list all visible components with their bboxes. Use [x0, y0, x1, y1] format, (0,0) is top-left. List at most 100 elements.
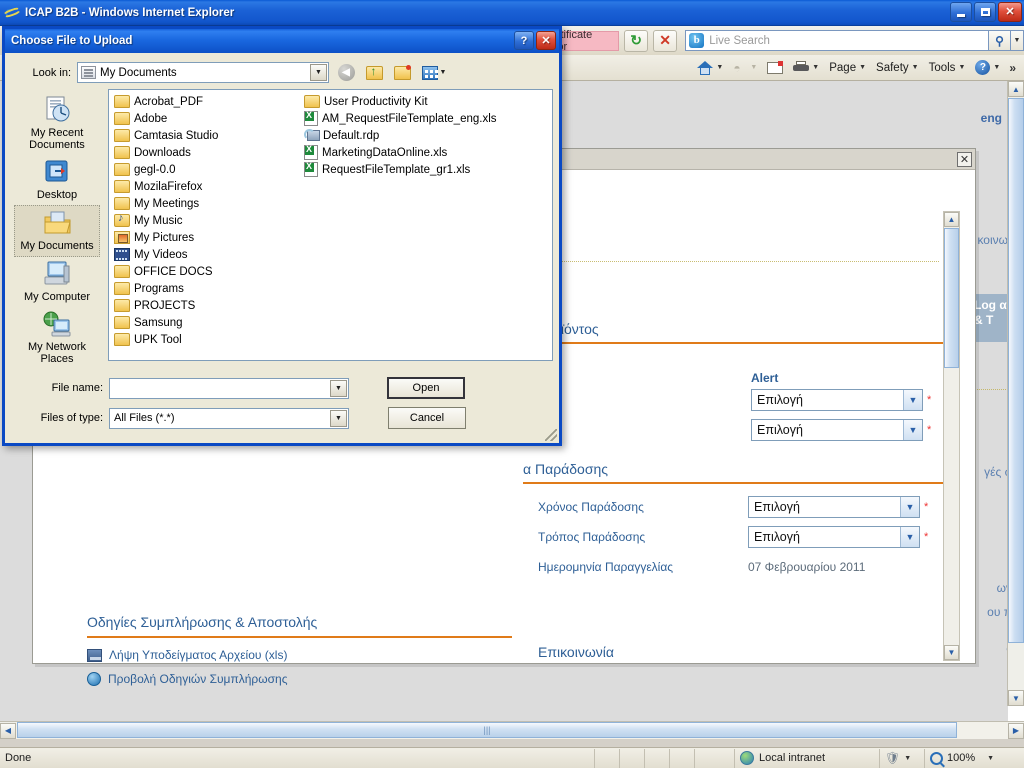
- file-name-input[interactable]: ▼: [109, 377, 349, 399]
- file-name: User Productivity Kit: [324, 95, 428, 108]
- list-item[interactable]: AM_RequestFileTemplate_eng.xls: [302, 110, 497, 127]
- search-input[interactable]: b Live Search: [685, 30, 989, 51]
- delivery-mode-dropdown[interactable]: Επιλογή ▼: [748, 526, 920, 548]
- list-item[interactable]: OFFICE DOCS: [112, 263, 302, 280]
- place-my-recent-documents[interactable]: My Recent Documents: [14, 93, 100, 155]
- file-name: Acrobat_PDF: [134, 95, 204, 108]
- home-button[interactable]: ▼: [692, 59, 728, 77]
- safety-menu[interactable]: Safety ▼: [871, 60, 924, 76]
- list-item[interactable]: Samsung: [112, 314, 302, 331]
- search-go-button[interactable]: ⚲: [988, 30, 1012, 51]
- security-zone-cell[interactable]: Local intranet: [735, 748, 880, 768]
- scroll-right-button[interactable]: ▶: [1008, 722, 1024, 739]
- list-item[interactable]: UPK Tool: [112, 331, 302, 348]
- delivery-field-row: Ημερομηνία Παραγγελίας 07 Φεβρουαρίου 20…: [538, 552, 958, 582]
- scrollbar-thumb[interactable]: |||: [17, 722, 957, 738]
- list-item[interactable]: Camtasia Studio: [112, 127, 302, 144]
- list-item[interactable]: My Music: [112, 212, 302, 229]
- help-menu[interactable]: ? ▼: [970, 58, 1005, 77]
- alert-dropdown-1[interactable]: Επιλογή ▼: [751, 389, 923, 411]
- delivery-time-dropdown[interactable]: Επιλογή ▼: [748, 496, 920, 518]
- list-item[interactable]: My Videos: [112, 246, 302, 263]
- scroll-left-button[interactable]: ◀: [0, 722, 16, 739]
- list-item[interactable]: Downloads: [112, 144, 302, 161]
- dialog-help-button[interactable]: ?: [514, 31, 534, 50]
- protected-mode-cell[interactable]: 🛡 ▼: [880, 748, 925, 768]
- alert-select-2[interactable]: Επιλογή ▼ *: [751, 419, 931, 441]
- look-in-dropdown[interactable]: My Documents ▼: [77, 62, 329, 83]
- list-item[interactable]: My Pictures: [112, 229, 302, 246]
- resize-grip[interactable]: [545, 429, 557, 441]
- chevron-down-icon: ▼: [330, 409, 347, 427]
- download-template-label[interactable]: Λήψη Υποδείγματος Αρχείου (xls): [109, 648, 287, 662]
- list-item[interactable]: Acrobat_PDF: [112, 93, 302, 110]
- place-desktop[interactable]: Desktop: [14, 155, 100, 205]
- close-window-button[interactable]: ✕: [998, 2, 1022, 22]
- page-language-link[interactable]: eng: [981, 111, 1002, 125]
- list-item[interactable]: MarketingDataOnline.xls: [302, 144, 492, 161]
- list-item[interactable]: Programs: [112, 280, 302, 297]
- toolbar-overflow-button[interactable]: »: [1005, 61, 1020, 75]
- cancel-dialog-button[interactable]: Cancel: [388, 407, 466, 429]
- chevron-down-icon: ▼: [904, 754, 912, 762]
- globe-icon: [87, 672, 101, 686]
- minimize-button[interactable]: [950, 2, 972, 22]
- delivery-field-row: Τρόπος Παράδοσης Επιλογή ▼ *: [538, 522, 958, 552]
- panel-vertical-scrollbar[interactable]: ▲ ▼: [943, 211, 960, 661]
- list-item[interactable]: MozilaFirefox: [112, 178, 302, 195]
- alert-dropdown-2[interactable]: Επιλογή ▼: [751, 419, 923, 441]
- view-instructions-label[interactable]: Προβολή Οδηγιών Συμπλήρωσης: [108, 672, 287, 686]
- status-filler-5: [695, 748, 735, 768]
- open-button[interactable]: Open: [387, 377, 465, 399]
- place-my-documents[interactable]: My Documents: [14, 205, 100, 257]
- mail-button[interactable]: [762, 60, 788, 76]
- view-instructions-link[interactable]: Προβολή Οδηγιών Συμπλήρωσης: [87, 672, 517, 686]
- scroll-down-button[interactable]: ▼: [1008, 690, 1024, 706]
- feeds-button[interactable]: ◓ ▼: [728, 59, 762, 77]
- list-item[interactable]: User Productivity Kit: [302, 93, 492, 110]
- list-item[interactable]: gegl-0.0: [112, 161, 302, 178]
- scrollbar-thumb[interactable]: [944, 228, 959, 368]
- dialog-close-button[interactable]: ✕: [536, 31, 556, 50]
- download-template-link[interactable]: Λήψη Υποδείγματος Αρχείου (xls): [87, 648, 517, 662]
- scrollbar-track[interactable]: |||: [16, 722, 1008, 739]
- list-item[interactable]: My Meetings: [112, 195, 302, 212]
- list-item[interactable]: PROJECTS: [112, 297, 302, 314]
- place-my-network-places[interactable]: My Network Places: [14, 307, 100, 369]
- page-horizontal-scrollbar[interactable]: ◀ ||| ▶: [0, 721, 1024, 739]
- page-vertical-scrollbar[interactable]: ▲ ▼: [1007, 81, 1024, 706]
- maximize-button[interactable]: [974, 2, 996, 22]
- file-name: UPK Tool: [134, 333, 182, 346]
- stop-button[interactable]: ✕: [653, 29, 678, 52]
- back-button[interactable]: ◀: [335, 62, 357, 83]
- tools-menu[interactable]: Tools ▼: [924, 60, 971, 76]
- log-tab[interactable]: Log α & T: [970, 294, 1012, 342]
- files-of-type-dropdown[interactable]: All Files (*.*) ▼: [109, 407, 349, 429]
- refresh-button[interactable]: ↻: [624, 29, 649, 52]
- search-icon: ⚲: [995, 33, 1004, 48]
- tools-menu-label: Tools: [928, 61, 956, 74]
- alert-select-1[interactable]: Επιλογή ▼ *: [751, 389, 931, 411]
- scroll-up-button[interactable]: ▲: [1008, 81, 1024, 97]
- scrollbar-thumb[interactable]: [1008, 98, 1024, 643]
- panel-close-button[interactable]: ✕: [957, 151, 972, 167]
- views-button[interactable]: ▼: [419, 62, 449, 83]
- up-one-level-button[interactable]: [363, 62, 385, 83]
- scroll-down-button[interactable]: ▼: [944, 645, 959, 660]
- file-list[interactable]: Acrobat_PDF Adobe Camtasia Studio Downlo…: [108, 89, 553, 361]
- chevron-down-icon: ▼: [903, 420, 922, 440]
- place-label: My Documents: [20, 240, 94, 252]
- zoom-level: 100%: [947, 752, 976, 764]
- page-menu[interactable]: Page ▼: [824, 60, 871, 76]
- zoom-cell[interactable]: 100% ▼: [925, 749, 999, 768]
- dialog-title-bar[interactable]: Choose File to Upload ? ✕: [5, 29, 559, 53]
- chevron-down-icon: ▼: [750, 64, 758, 71]
- search-provider-dropdown[interactable]: ▼: [1011, 30, 1024, 51]
- print-button[interactable]: ▼: [788, 59, 824, 76]
- place-my-computer[interactable]: My Computer: [14, 257, 100, 307]
- new-folder-button[interactable]: [391, 62, 413, 83]
- scroll-up-button[interactable]: ▲: [944, 212, 959, 227]
- list-item[interactable]: RequestFileTemplate_gr1.xls: [302, 161, 492, 178]
- list-item[interactable]: Default.rdp: [302, 127, 492, 144]
- list-item[interactable]: Adobe: [112, 110, 302, 127]
